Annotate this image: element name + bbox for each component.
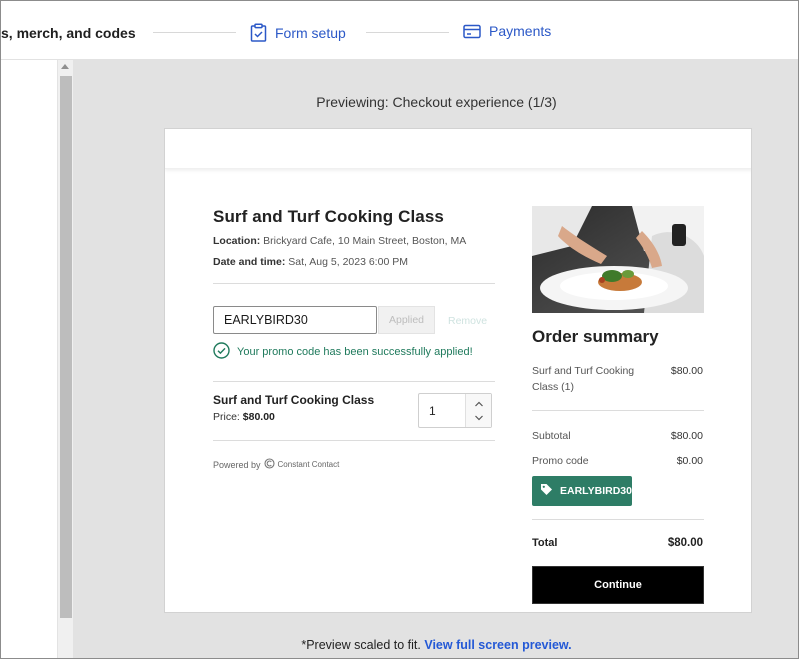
total-label: Total — [532, 537, 558, 549]
item-name: Surf and Turf Cooking Class — [213, 393, 375, 407]
event-location-value: Brickyard Cafe, 10 Main Street, Boston, … — [263, 235, 467, 247]
settings-panel — [1, 60, 57, 658]
check-circle-icon — [213, 342, 230, 362]
event-image — [532, 206, 704, 313]
summary-line-item-value: $80.00 — [670, 365, 703, 377]
continue-button[interactable]: Continue — [532, 566, 704, 604]
promo-code-input[interactable] — [213, 306, 377, 334]
divider — [213, 283, 495, 284]
event-datetime-value: Sat, Aug 5, 2023 6:00 PM — [288, 256, 408, 268]
app-window: s, merch, and codes Form setup Payments … — [0, 0, 799, 659]
quantity-stepper[interactable]: 1 — [418, 393, 492, 428]
preview-footer: *Preview scaled to fit. View full screen… — [73, 638, 798, 652]
item-price-value: $80.00 — [242, 411, 275, 423]
step-payments[interactable]: Payments — [463, 23, 551, 39]
divider — [532, 410, 704, 411]
step-navigation: s, merch, and codes Form setup Payments — [1, 1, 798, 60]
scrollbar-thumb[interactable] — [60, 76, 72, 618]
item-price: Price: $80.00 — [213, 411, 275, 423]
constant-contact-logo-icon — [263, 458, 275, 471]
clipboard-check-icon — [250, 23, 267, 42]
step-tickets-merch-codes[interactable]: s, merch, and codes — [1, 25, 136, 41]
remove-promo-link[interactable]: Remove — [448, 315, 487, 327]
preview-heading: Previewing: Checkout experience (1/3) — [316, 94, 557, 110]
subtotal-value: $80.00 — [670, 430, 703, 442]
promo-code-tag: EARLYBIRD30 — [532, 476, 632, 506]
tag-icon — [540, 483, 553, 499]
powered-by-label: Powered by — [213, 459, 261, 470]
event-title: Surf and Turf Cooking Class — [213, 207, 444, 226]
divider — [213, 381, 495, 382]
event-location: Location: Brickyard Cafe, 10 Main Street… — [213, 235, 466, 247]
event-datetime-label: Date and time: — [213, 256, 286, 268]
event-location-label: Location: — [213, 235, 261, 247]
preview-area: Previewing: Checkout experience (1/3) Su… — [73, 60, 798, 658]
quantity-value[interactable]: 1 — [429, 404, 436, 418]
summary-line-item-label: Surf and Turf Cooking Class (1) — [532, 365, 635, 393]
step-connector — [366, 32, 449, 33]
card-header-bar — [165, 129, 751, 169]
chevron-up-icon[interactable] — [474, 401, 484, 407]
promo-tag-text: EARLYBIRD30 — [560, 485, 632, 497]
vertical-scrollbar[interactable] — [57, 60, 73, 658]
credit-card-icon — [463, 24, 481, 39]
powered-by-brand: Constant Contact — [277, 460, 340, 469]
applied-button[interactable]: Applied — [378, 306, 435, 334]
subtotal-label: Subtotal — [532, 430, 571, 442]
total-value: $80.00 — [667, 537, 703, 549]
powered-by: Powered by Constant Contact — [213, 458, 339, 471]
step-form-setup-label: Form setup — [275, 24, 346, 41]
chevron-down-icon[interactable] — [474, 415, 484, 421]
step-form-setup[interactable]: Form setup — [250, 23, 346, 42]
divider — [213, 440, 495, 441]
step-connector — [153, 32, 236, 33]
scroll-up-arrow-icon[interactable] — [61, 64, 69, 69]
promo-code-label: Promo code — [532, 455, 589, 467]
quantity-arrows — [465, 394, 491, 427]
promo-success-message: Your promo code has been successfully ap… — [213, 342, 473, 362]
preview-footer-text: *Preview scaled to fit. — [301, 638, 421, 652]
full-screen-preview-link[interactable]: View full screen preview. — [424, 638, 571, 652]
event-datetime: Date and time: Sat, Aug 5, 2023 6:00 PM — [213, 256, 408, 268]
order-summary-title: Order summary — [532, 327, 659, 346]
checkout-preview-card: Surf and Turf Cooking Class Location: Br… — [164, 128, 752, 613]
promo-success-text: Your promo code has been successfully ap… — [237, 346, 473, 358]
item-price-label: Price: — [213, 411, 240, 423]
divider — [532, 519, 704, 520]
step-payments-label: Payments — [489, 23, 552, 39]
promo-code-value: $0.00 — [676, 455, 703, 467]
